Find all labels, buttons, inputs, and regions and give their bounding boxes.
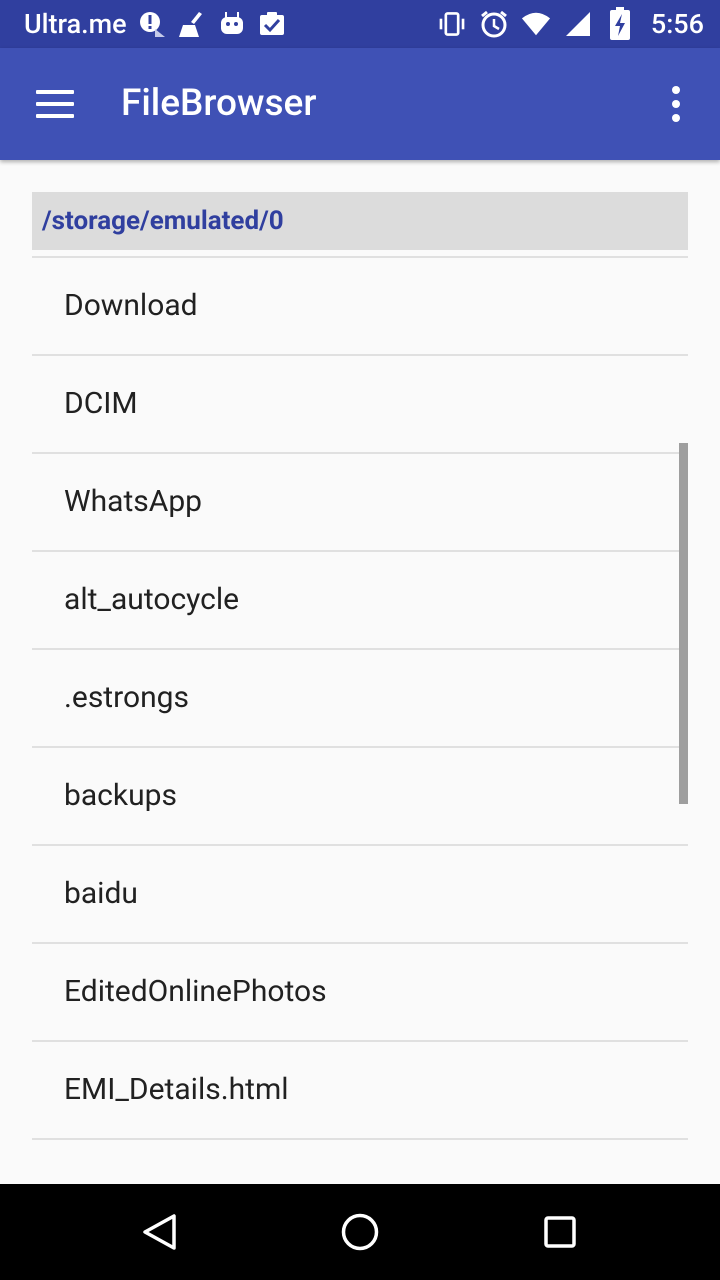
clock: 5:56	[650, 8, 704, 40]
hamburger-menu-icon[interactable]	[36, 86, 76, 122]
file-item-label: backups	[64, 778, 177, 813]
broom-icon	[177, 9, 207, 39]
alert-icon	[137, 9, 167, 39]
file-item-alt-autocycle[interactable]: alt_autocycle	[32, 552, 688, 650]
home-icon[interactable]	[330, 1202, 390, 1262]
navigation-bar	[0, 1184, 720, 1280]
signal-icon	[563, 9, 593, 39]
current-path-header: /storage/emulated/0	[32, 192, 688, 250]
file-item-dcim[interactable]: DCIM	[32, 356, 688, 454]
file-item-whatsapp[interactable]: WhatsApp	[32, 454, 688, 552]
file-item-label: WhatsApp	[64, 484, 203, 519]
file-list: Download DCIM WhatsApp alt_autocycle .es…	[32, 258, 688, 1140]
alarm-icon	[479, 9, 509, 39]
status-bar: Ultra.me 5:56	[0, 0, 720, 48]
carrier-label: Ultra.me	[24, 8, 127, 40]
wifi-icon	[521, 9, 551, 39]
file-item-label: EditedOnlinePhotos	[64, 974, 327, 1009]
file-item-baidu[interactable]: baidu	[32, 846, 688, 944]
file-item-label: EMI_Details.html	[64, 1072, 289, 1107]
file-item-editedonlinephotos[interactable]: EditedOnlinePhotos	[32, 944, 688, 1042]
file-item-emi-details[interactable]: EMI_Details.html	[32, 1042, 688, 1140]
scrollbar[interactable]	[679, 443, 688, 804]
file-item-label: Download	[64, 288, 198, 323]
current-path-label: /storage/emulated/0	[42, 206, 284, 236]
file-item-download[interactable]: Download	[32, 258, 688, 356]
app-title: FileBrowser	[121, 82, 317, 125]
back-icon[interactable]	[130, 1202, 190, 1262]
battery-charging-icon	[605, 7, 635, 40]
file-item-backups[interactable]: backups	[32, 748, 688, 846]
vibrate-icon	[437, 9, 467, 39]
file-item-label: .estrongs	[64, 680, 189, 715]
clipboard-check-icon	[257, 9, 287, 39]
more-options-icon[interactable]	[664, 84, 688, 124]
recents-icon[interactable]	[530, 1202, 590, 1262]
file-item-label: alt_autocycle	[64, 582, 240, 617]
android-icon	[217, 9, 247, 39]
app-bar: FileBrowser	[0, 48, 720, 160]
file-item-label: DCIM	[64, 386, 138, 421]
file-item-estrongs[interactable]: .estrongs	[32, 650, 688, 748]
file-item-label: baidu	[64, 876, 138, 911]
